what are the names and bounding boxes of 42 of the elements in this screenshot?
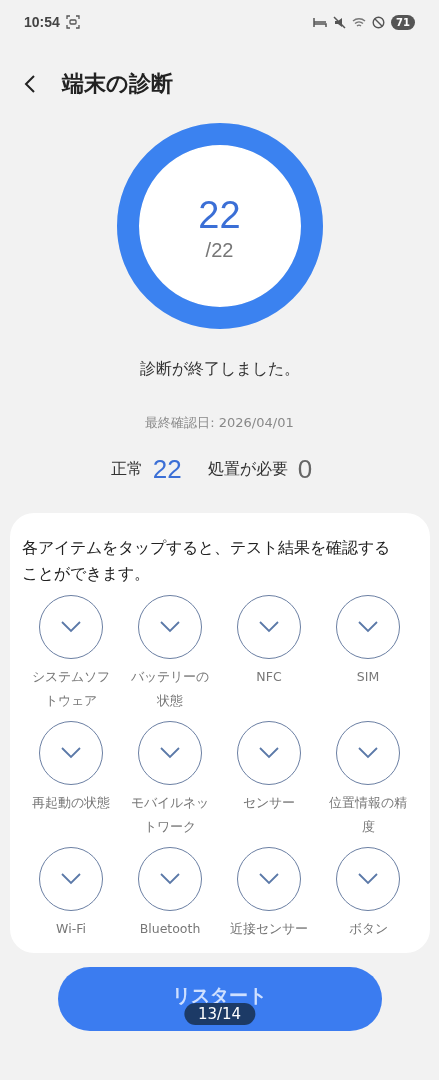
check-icon [259,873,279,885]
wifi-icon [352,16,367,28]
instruction-text: 各アイテムをタップすると、テスト結果を確認することができます。 [21,537,391,585]
last-checked-date: 最終確認日: 2026/04/01 [145,414,294,432]
check-icon [61,873,81,885]
test-item-label: ボタン [347,920,389,938]
check-icon [160,621,180,633]
page-title: 端末の診断 [62,70,173,98]
test-item-label: モバイルネットワーク [130,794,210,836]
screenshot-icon [65,15,80,29]
test-item-label: 再起動の状態 [31,794,111,812]
bed-icon [313,16,328,28]
test-item-label: 位置情報の精度 [328,794,408,836]
test-item-label: バッテリーの状態 [130,668,210,710]
battery-level: 71 [391,14,415,30]
check-icon [160,873,180,885]
check-icon [259,621,279,633]
test-item-label: センサー [242,794,296,812]
test-item-label: Bluetooth [138,920,202,938]
check-icon [61,621,81,633]
check-icon [259,747,279,759]
check-icon [160,747,180,759]
check-icon [61,747,81,759]
score-total: /22 [205,239,234,262]
check-icon [358,747,378,759]
back-icon [24,74,36,94]
test-item-label: NFC [255,668,283,686]
mute-icon [333,15,347,29]
test-item-label: システムソフトウェア [31,668,111,710]
count-label: 処置が必要 [207,459,288,480]
test-item-label: Wi-Fi [55,920,87,938]
check-icon [358,873,378,885]
test-item-label: SIM [355,668,381,686]
check-icon [358,621,378,633]
result-message: 診断が終了しました。 [139,359,300,380]
clock-time: 10:54 [24,14,60,30]
test-item-label: 近接センサー [229,920,309,938]
score-value: 22 [198,195,241,235]
count-label: 正常 [110,459,143,480]
count-value: 0 [297,454,313,485]
count-value: 22 [152,454,182,485]
do-not-disturb-icon [372,15,386,29]
